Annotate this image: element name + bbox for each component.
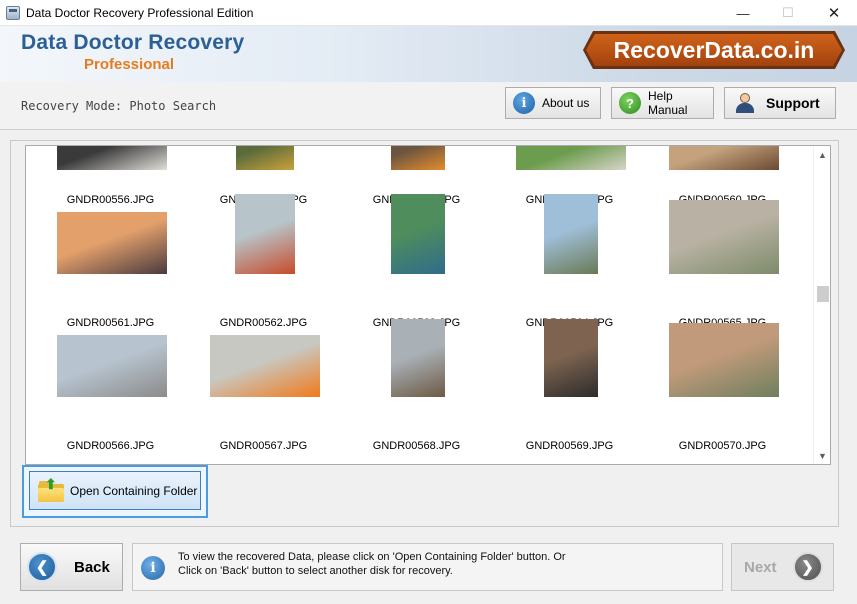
- thumbnail-item[interactable]: GNDR00563.JPG: [346, 192, 499, 329]
- arrow-left-icon: ❮: [27, 552, 57, 582]
- thumbnail-item[interactable]: GNDR00566.JPG: [40, 315, 193, 452]
- photo-thumbnail[interactable]: [543, 194, 598, 274]
- photo-thumbnail[interactable]: [56, 212, 167, 274]
- scroll-down-icon[interactable]: ▼: [814, 447, 830, 464]
- site-logo-text: RecoverData.co.in: [586, 34, 842, 66]
- photo-thumbnail[interactable]: [209, 335, 320, 397]
- photo-thumbnail[interactable]: [668, 146, 779, 170]
- photo-thumbnail[interactable]: [390, 319, 445, 397]
- thumbnail-item[interactable]: GNDR00560.JPG: [652, 146, 805, 206]
- photo-thumbnail[interactable]: [668, 323, 779, 397]
- help-manual-button[interactable]: ? Help Manual: [611, 87, 714, 119]
- thumbnail-item[interactable]: GNDR00561.JPG: [40, 192, 193, 329]
- toolbar: Recovery Mode: Photo Search i About us ?…: [0, 82, 857, 130]
- thumbnail-filename: GNDR00566.JPG: [66, 440, 155, 452]
- maximize-button[interactable]: ☐: [765, 0, 811, 26]
- photo-thumbnail[interactable]: [543, 319, 598, 397]
- thumbnail-item[interactable]: GNDR00568.JPG: [346, 315, 499, 452]
- photo-thumbnail[interactable]: [390, 146, 445, 170]
- thumbnail-filename: GNDR00570.JPG: [678, 440, 767, 452]
- header-banner: Data Doctor Recovery Professional Recove…: [0, 26, 857, 82]
- photo-thumbnail[interactable]: [235, 146, 294, 170]
- close-button[interactable]: ✕: [811, 0, 857, 26]
- photo-thumbnail[interactable]: [668, 200, 779, 274]
- help-manual-label: Help Manual: [648, 89, 688, 117]
- thumbnail-filename: GNDR00569.JPG: [525, 440, 614, 452]
- title-bar: Data Doctor Recovery Professional Editio…: [0, 0, 857, 26]
- photo-thumbnail[interactable]: [56, 146, 167, 170]
- thumbnail-filename: GNDR00567.JPG: [219, 440, 308, 452]
- about-us-button[interactable]: i About us: [505, 87, 601, 119]
- scrollbar-thumb[interactable]: [817, 286, 829, 302]
- window-title: Data Doctor Recovery Professional Editio…: [26, 6, 254, 20]
- photo-thumbnail[interactable]: [390, 194, 445, 274]
- thumbnail-filename: GNDR00568.JPG: [372, 440, 461, 452]
- app-icon: [6, 6, 20, 20]
- folder-open-icon: ⬆: [38, 476, 64, 502]
- thumbnail-item[interactable]: GNDR00562.JPG: [193, 192, 346, 329]
- help-icon: ?: [619, 92, 641, 114]
- open-containing-folder-label: Open Containing Folder: [70, 483, 198, 498]
- support-person-icon: [734, 92, 756, 114]
- minimize-button[interactable]: —: [720, 0, 766, 26]
- back-label: Back: [74, 558, 110, 576]
- instruction-box: i To view the recovered Data, please cli…: [132, 543, 723, 591]
- thumbnail-item[interactable]: GNDR00558.JPG: [346, 146, 499, 206]
- instruction-line-2: Click on 'Back' button to select another…: [178, 565, 453, 577]
- thumbnail-item[interactable]: GNDR00556.JPG: [40, 146, 193, 206]
- thumbnail-item[interactable]: GNDR00559.JPG: [499, 146, 652, 206]
- thumbnail-item[interactable]: GNDR00565.JPG: [652, 192, 805, 329]
- photo-gallery[interactable]: GNDR00556.JPGGNDR00557.JPGGNDR00558.JPGG…: [25, 145, 831, 465]
- thumbnail-item[interactable]: GNDR00567.JPG: [193, 315, 346, 452]
- site-logo: RecoverData.co.in: [583, 31, 845, 69]
- photo-thumbnail[interactable]: [515, 146, 626, 170]
- recovery-mode-label: Recovery Mode: Photo Search: [21, 99, 217, 113]
- arrow-right-icon: ❯: [792, 552, 823, 582]
- info-icon: i: [141, 556, 165, 580]
- next-button[interactable]: Next ❯: [731, 543, 834, 591]
- brand-title: Data Doctor Recovery: [21, 31, 245, 54]
- back-button[interactable]: ❮ Back: [20, 543, 123, 591]
- vertical-scrollbar[interactable]: ▲ ▼: [813, 146, 830, 464]
- support-label: Support: [766, 95, 820, 111]
- open-containing-folder-button[interactable]: ⬆ Open Containing Folder: [29, 471, 201, 510]
- support-button[interactable]: Support: [724, 87, 836, 119]
- photo-thumbnail[interactable]: [234, 194, 295, 274]
- thumbnail-item[interactable]: GNDR00557.JPG: [193, 146, 346, 206]
- scroll-up-icon[interactable]: ▲: [814, 146, 830, 163]
- thumbnail-item[interactable]: GNDR00564.JPG: [499, 192, 652, 329]
- thumbnail-item[interactable]: GNDR00570.JPG: [652, 315, 805, 452]
- info-icon: i: [513, 92, 535, 114]
- brand-subtitle: Professional: [84, 56, 175, 73]
- thumbnail-item[interactable]: GNDR00569.JPG: [499, 315, 652, 452]
- next-label: Next: [744, 558, 777, 576]
- instruction-text: To view the recovered Data, please click…: [178, 550, 566, 578]
- photo-thumbnail[interactable]: [56, 335, 167, 397]
- instruction-line-1: To view the recovered Data, please click…: [178, 551, 566, 563]
- about-us-label: About us: [542, 96, 590, 110]
